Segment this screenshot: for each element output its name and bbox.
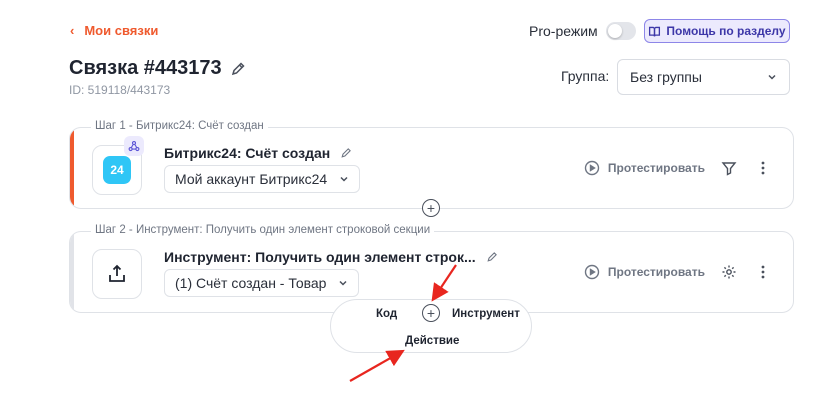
add-action-option[interactable]: Действие <box>405 335 459 347</box>
step-accent-bar <box>70 232 74 312</box>
help-button[interactable]: Помощь по разделу <box>644 19 790 43</box>
play-circle-icon <box>584 264 600 280</box>
group-label: Группа: <box>561 68 610 84</box>
chevron-down-icon <box>768 74 776 80</box>
plus-circle-icon: + <box>426 305 436 321</box>
step-app-icon <box>92 249 142 299</box>
plus-circle-icon: + <box>426 200 436 216</box>
test-button[interactable]: Протестировать <box>584 160 705 176</box>
step-name: Битрикс24: Счёт создан <box>164 145 352 161</box>
back-link-label: Мои связки <box>84 23 159 38</box>
play-circle-icon <box>584 160 600 176</box>
filter-icon <box>721 162 737 176</box>
page-title-row: Связка #443173 <box>69 57 246 80</box>
step-actions: Протестировать <box>584 262 773 282</box>
test-button[interactable]: Протестировать <box>584 264 705 280</box>
connection-id: ID: 519118/443173 <box>69 83 171 97</box>
more-button[interactable] <box>753 262 773 282</box>
export-icon <box>109 264 125 282</box>
more-vertical-icon <box>761 265 765 279</box>
step-name-label: Битрикс24: Счёт создан <box>164 145 331 161</box>
add-step-button[interactable]: + <box>422 304 440 322</box>
add-step-button[interactable]: + <box>422 199 440 217</box>
step-actions: Протестировать <box>584 158 773 178</box>
bitrix24-icon: 24 <box>103 156 131 184</box>
add-code-option[interactable]: Код <box>376 308 397 320</box>
pencil-icon[interactable] <box>230 61 246 77</box>
help-button-label: Помощь по разделу <box>666 24 786 38</box>
filter-button[interactable] <box>719 158 739 178</box>
page-title: Связка #443173 <box>69 57 222 79</box>
webhook-icon <box>124 136 144 156</box>
step-card-1[interactable]: 24 Битрикс24: Счёт создан Мой аккаунт Би… <box>69 127 794 209</box>
add-tool-option[interactable]: Инструмент <box>452 308 520 320</box>
pro-mode-toggle[interactable] <box>605 22 636 40</box>
pro-mode: Pro-режим <box>529 22 636 40</box>
step-name-label: Инструмент: Получить один элемент строк.… <box>164 249 476 265</box>
chevron-left-icon: ‹ <box>70 23 75 38</box>
pencil-icon[interactable] <box>486 251 498 263</box>
step-name: Инструмент: Получить один элемент строк.… <box>164 249 498 265</box>
step-legend-1: Шаг 1 - Битрикс24: Счёт создан <box>91 120 268 132</box>
group-select[interactable]: Без группы <box>617 59 790 95</box>
account-select[interactable]: Мой аккаунт Битрикс24 <box>164 165 361 193</box>
step-accent-bar <box>70 128 74 208</box>
book-icon <box>649 26 661 37</box>
more-button[interactable] <box>753 158 773 178</box>
group-select-value: Без группы <box>630 69 702 85</box>
step-legend-2: Шаг 2 - Инструмент: Получить один элемен… <box>91 224 435 236</box>
more-vertical-icon <box>761 161 765 175</box>
pro-mode-label: Pro-режим <box>529 23 598 39</box>
gear-icon <box>722 265 736 279</box>
annotation-arrow-to-action <box>349 349 405 382</box>
input-select-value: (1) Счёт создан - Товар <box>175 275 327 291</box>
chevron-down-icon <box>340 176 348 182</box>
test-button-label: Протестировать <box>607 265 705 279</box>
account-select-value: Мой аккаунт Битрикс24 <box>175 171 328 187</box>
settings-button[interactable] <box>719 262 739 282</box>
test-button-label: Протестировать <box>607 161 705 175</box>
pencil-icon[interactable] <box>340 147 352 159</box>
input-select[interactable]: (1) Счёт создан - Товар <box>164 269 360 297</box>
chevron-down-icon <box>339 280 347 286</box>
back-link[interactable]: ‹ Мои связки <box>70 23 158 38</box>
